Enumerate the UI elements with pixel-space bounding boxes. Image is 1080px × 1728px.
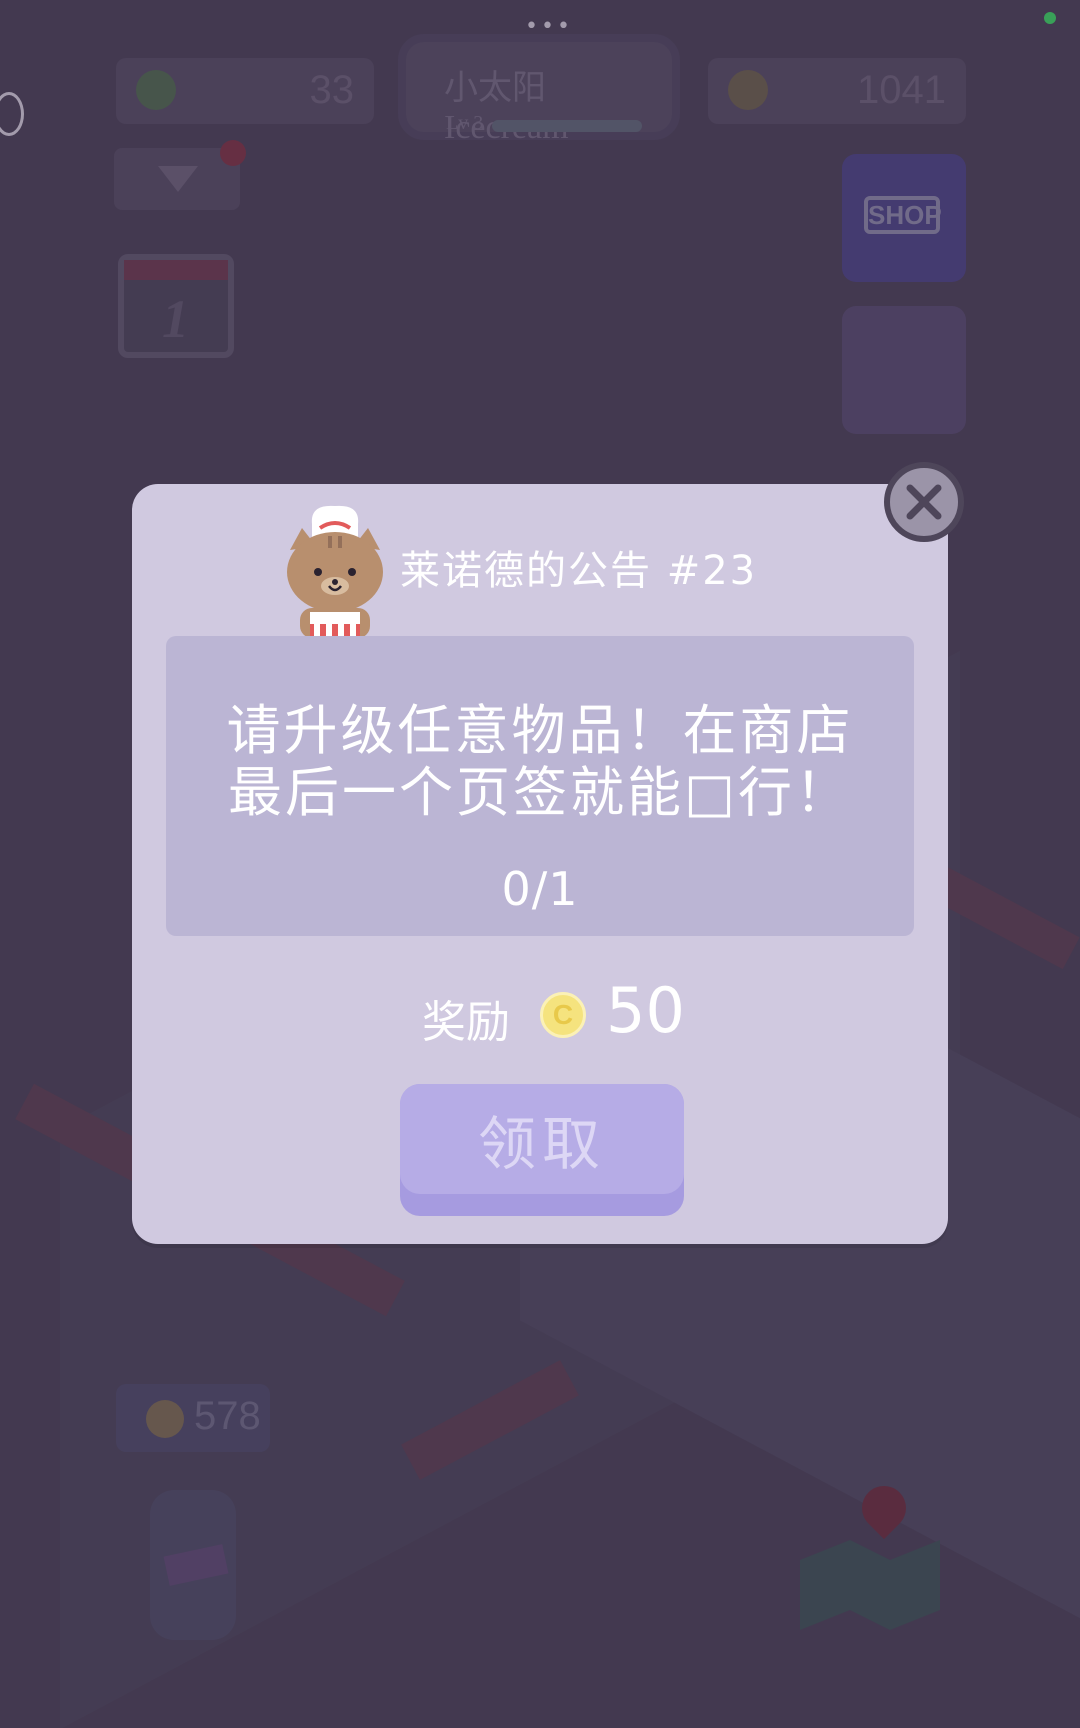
task-description: 请升级任意物品！在商店 最后一个页签就能□行！ (226, 699, 854, 824)
claim-button[interactable]: 领取 (400, 1084, 684, 1216)
cat-chef-icon (287, 505, 383, 636)
close-icon (906, 484, 942, 520)
reward-label: 奖励 (422, 997, 510, 1048)
coin-symbol: C (552, 999, 574, 1030)
close-button[interactable] (884, 462, 964, 542)
coin-icon: C (540, 992, 586, 1038)
dialog-title: 莱诺德的公告 #23 (400, 548, 758, 594)
claim-button-label: 领取 (400, 1084, 684, 1194)
task-progress: 0/1 (501, 862, 579, 916)
reward-amount: 50 (606, 974, 685, 1047)
